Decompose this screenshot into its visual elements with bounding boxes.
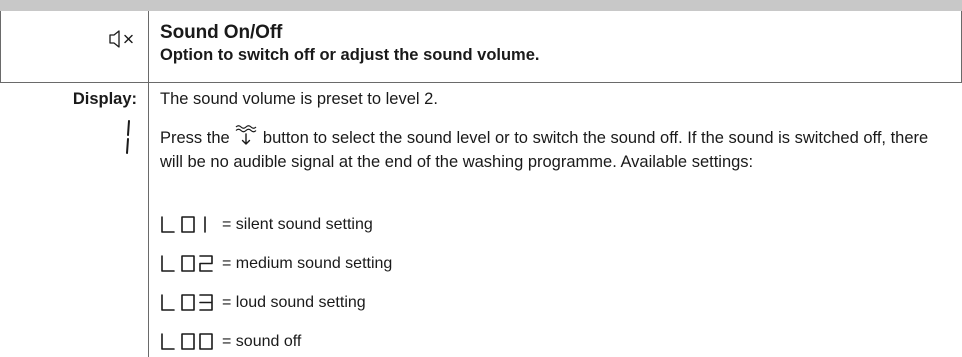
instruction-before: Press the	[160, 129, 230, 147]
instruction-after: button to select the sound level or to s…	[160, 129, 929, 171]
table-row-divider	[0, 82, 962, 83]
table-column-divider	[148, 11, 149, 357]
sound-wave-button-icon	[235, 125, 257, 145]
display-code-l02-icon	[161, 255, 213, 272]
setting-row-l02: = medium sound setting	[160, 247, 392, 273]
setting-row-l00: = sound off	[160, 325, 301, 351]
setting-label-l01: = silent sound setting	[222, 216, 373, 233]
display-label: Display:	[72, 90, 137, 108]
mute-speaker-icon	[109, 30, 133, 48]
setting-label-l00: = sound off	[222, 333, 302, 350]
display-code-l03-icon	[161, 294, 213, 311]
setting-label-l03: = loud sound setting	[222, 294, 366, 311]
display-code-l01-icon	[161, 216, 206, 233]
top-bar	[0, 0, 962, 11]
setting-row-l03: = loud sound setting	[160, 286, 366, 312]
segment-one-icon	[126, 120, 130, 154]
setting-row-l01: = silent sound setting	[160, 208, 373, 234]
display-code-l00-icon	[161, 333, 213, 350]
section-subtitle: Option to switch off or adjust the sound…	[160, 46, 540, 64]
instruction-text: Press the button to select the sound lev…	[160, 124, 955, 174]
table-border-left	[0, 11, 1, 83]
intro-text: The sound volume is preset to level 2.	[160, 90, 438, 108]
setting-label-l02: = medium sound setting	[222, 255, 393, 272]
section-title: Sound On/Off	[160, 22, 283, 43]
